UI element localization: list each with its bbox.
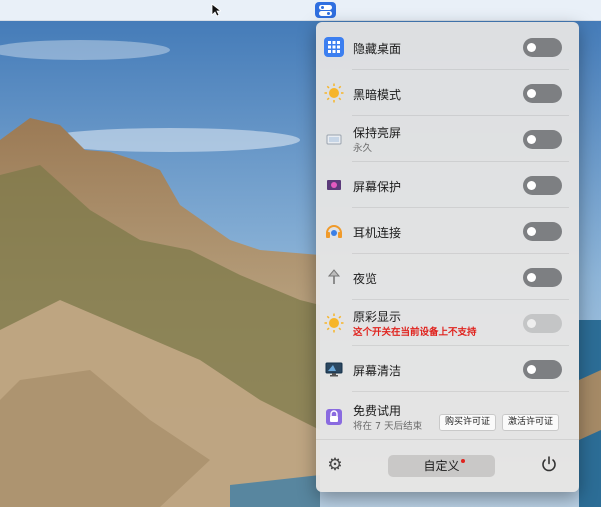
monitor-icon bbox=[324, 359, 344, 379]
panel-footer: ⚙ 自定义 bbox=[316, 440, 579, 492]
headphones-toggle[interactable] bbox=[523, 222, 562, 241]
row-true-tone[interactable]: 原彩显示 这个开关在当前设备上不支持 bbox=[316, 300, 579, 346]
screensaver-toggle[interactable] bbox=[523, 176, 562, 195]
menu-bar bbox=[0, 0, 601, 21]
screensaver-icon bbox=[324, 175, 344, 195]
row-free-trial: 免费试用 将在 7 天后结束 购买许可证 激活许可证 bbox=[316, 394, 579, 440]
row-night-shift[interactable]: 夜览 bbox=[316, 254, 579, 300]
grid-icon bbox=[324, 37, 344, 57]
power-icon[interactable] bbox=[540, 455, 558, 473]
notification-dot bbox=[461, 459, 465, 463]
headphones-icon bbox=[324, 221, 344, 241]
trial-subtitle: 将在 7 天后结束 bbox=[353, 421, 423, 432]
lamp-icon bbox=[324, 267, 344, 287]
true-tone-toggle bbox=[523, 314, 562, 333]
hide-desktop-toggle[interactable] bbox=[523, 38, 562, 57]
row-hide-desktop[interactable]: 隐藏桌面 bbox=[316, 24, 579, 70]
row-screen-clean[interactable]: 屏幕清洁 bbox=[316, 346, 579, 392]
row-title: 隐藏桌面 bbox=[353, 42, 402, 56]
row-dark-mode[interactable]: 黑暗模式 bbox=[316, 70, 579, 116]
row-title: 保持亮屏 bbox=[353, 126, 402, 140]
sun-icon bbox=[324, 83, 344, 103]
row-title: 屏幕保护 bbox=[353, 180, 402, 194]
night-shift-toggle[interactable] bbox=[523, 268, 562, 287]
gear-icon[interactable]: ⚙ bbox=[326, 456, 344, 474]
toggles-panel: 隐藏桌面 黑暗模式 保持亮屏 永久 屏幕保护 耳机连接 夜览 原彩显示 这个开关… bbox=[316, 22, 579, 492]
row-title: 耳机连接 bbox=[353, 226, 402, 240]
row-subtitle: 永久 bbox=[353, 143, 373, 154]
row-title: 夜览 bbox=[353, 272, 378, 286]
buy-license-button[interactable]: 购买许可证 bbox=[439, 414, 497, 431]
row-title: 黑暗模式 bbox=[353, 88, 402, 102]
customize-button[interactable]: 自定义 bbox=[388, 455, 495, 477]
activate-license-button[interactable]: 激活许可证 bbox=[502, 414, 560, 431]
sun-icon bbox=[324, 313, 344, 333]
mouse-cursor-icon bbox=[211, 3, 221, 17]
lock-icon bbox=[324, 407, 344, 427]
keep-awake-toggle[interactable] bbox=[523, 130, 562, 149]
customize-label: 自定义 bbox=[423, 459, 460, 473]
display-icon bbox=[324, 129, 344, 149]
row-keep-awake[interactable]: 保持亮屏 永久 bbox=[316, 116, 579, 162]
dark-mode-toggle[interactable] bbox=[523, 84, 562, 103]
toggles-app-menubar-icon[interactable] bbox=[315, 2, 336, 18]
row-screensaver[interactable]: 屏幕保护 bbox=[316, 162, 579, 208]
screen-clean-toggle[interactable] bbox=[523, 360, 562, 379]
trial-title: 免费试用 bbox=[353, 404, 402, 418]
unsupported-warning: 这个开关在当前设备上不支持 bbox=[353, 327, 477, 338]
row-headphones[interactable]: 耳机连接 bbox=[316, 208, 579, 254]
row-title: 原彩显示 bbox=[353, 310, 402, 324]
row-title: 屏幕清洁 bbox=[353, 364, 402, 378]
